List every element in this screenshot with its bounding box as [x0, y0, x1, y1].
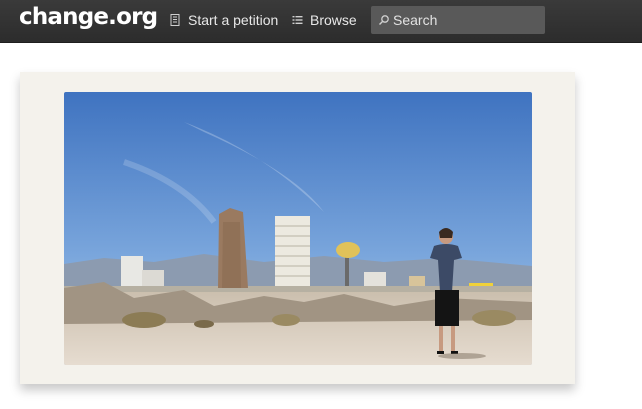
list-icon [292, 16, 303, 24]
petition-photo[interactable] [64, 92, 532, 365]
change-org-logo[interactable]: change.org [19, 4, 158, 30]
search-box[interactable] [371, 6, 545, 34]
desert-landscape-image [64, 92, 532, 365]
start-petition-label: Start a petition [188, 12, 279, 28]
start-petition-link[interactable]: Start a petition [170, 12, 278, 28]
browse-label: Browse [310, 12, 357, 28]
top-navigation-bar: change.org Start a petition Browse [0, 0, 642, 43]
search-icon [378, 15, 389, 26]
browse-link[interactable]: Browse [292, 12, 357, 28]
search-input[interactable] [393, 6, 541, 34]
petition-icon [170, 14, 180, 26]
